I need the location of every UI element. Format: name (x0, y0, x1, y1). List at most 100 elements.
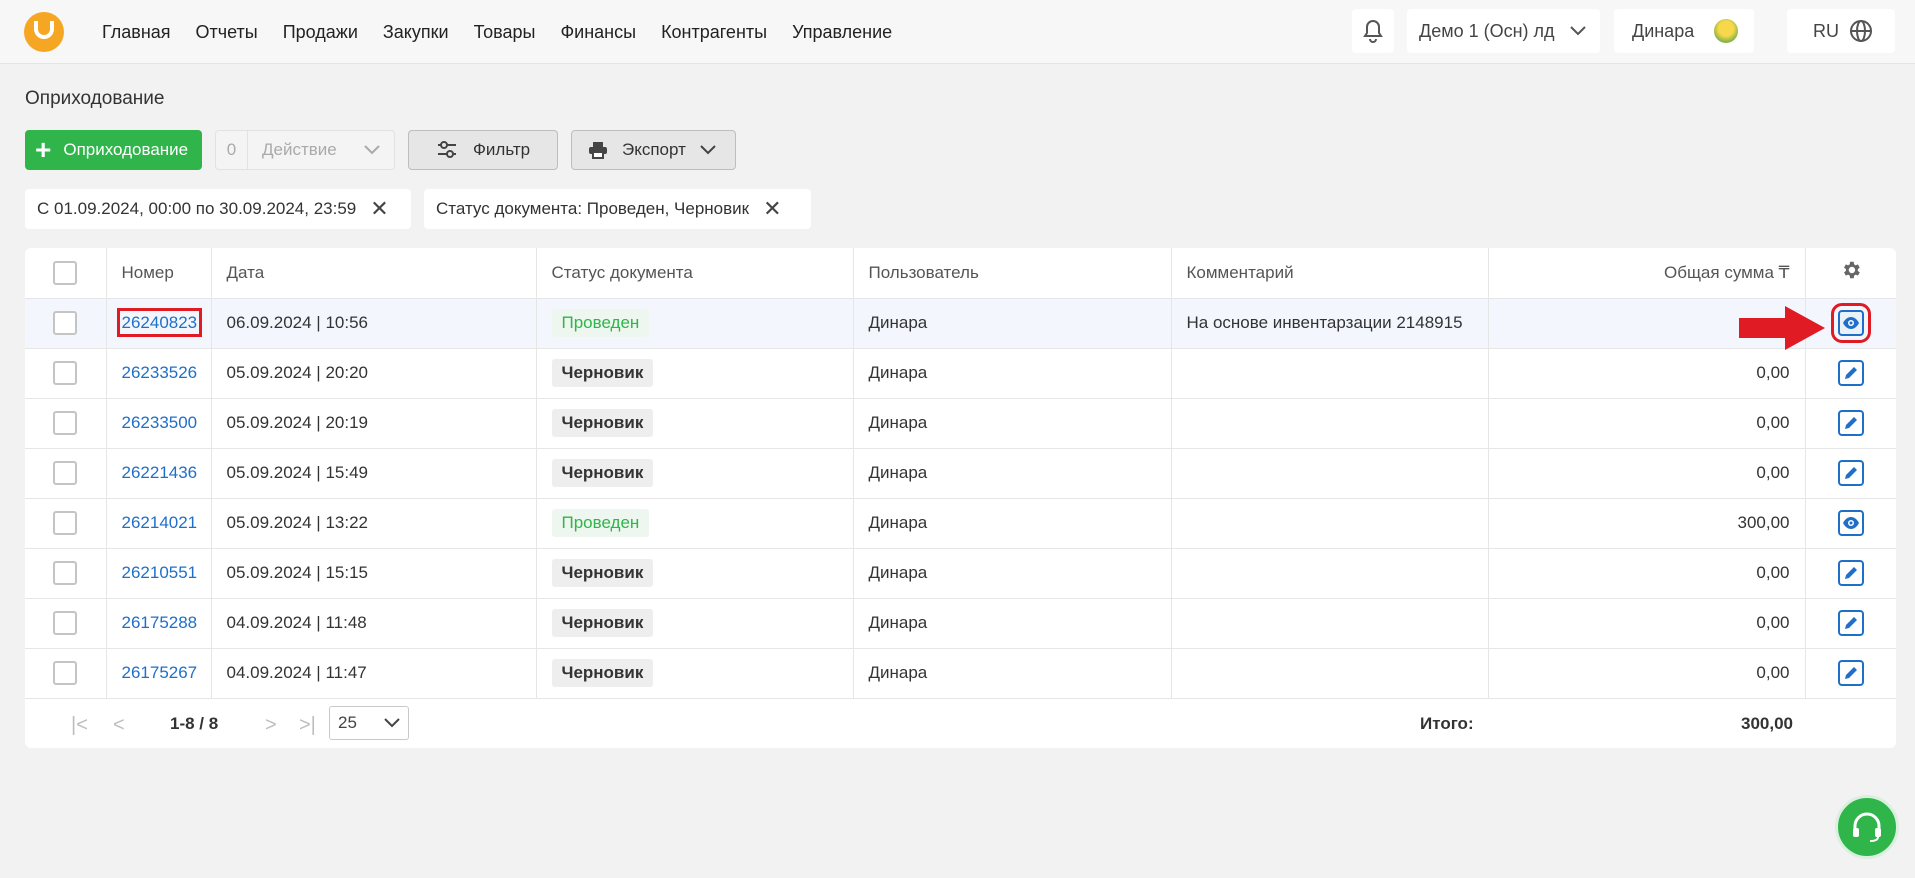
document-number-link[interactable]: 26233526 (122, 363, 198, 382)
support-chat-button[interactable] (1835, 795, 1899, 859)
edit-button[interactable] (1837, 560, 1864, 586)
status-cell: Черновик (536, 548, 854, 599)
user-cell: Динара (853, 498, 1172, 549)
document-number-link[interactable]: 26240823 (116, 308, 203, 337)
notifications-button[interactable] (1352, 9, 1394, 53)
top-navbar: Главная Отчеты Продажи Закупки Товары Фи… (0, 0, 1915, 64)
date-cell: 05.09.2024 | 15:49 (211, 448, 537, 499)
nav-item-management[interactable]: Управление (792, 22, 892, 43)
gear-icon[interactable] (1840, 259, 1862, 281)
column-header-user[interactable]: Пользователь (853, 248, 1172, 299)
prev-page-icon[interactable]: < (113, 714, 125, 737)
row-checkbox[interactable] (53, 311, 78, 335)
pencil-icon (1844, 367, 1857, 379)
status-cell: Черновик (536, 648, 854, 699)
nav-item-products[interactable]: Товары (474, 22, 536, 43)
user-cell: Динара (853, 448, 1172, 499)
sum-cell: 0,00 (1488, 448, 1806, 499)
comment-cell (1171, 448, 1489, 499)
filter-button[interactable]: Фильтр (408, 130, 558, 170)
table-row[interactable]: 26175288 04.09.2024 | 11:48 Черновик Динара… (25, 598, 1896, 649)
organization-select[interactable]: Демо 1 (Осн) лд (1407, 9, 1600, 53)
view-button[interactable] (1830, 303, 1871, 343)
nav-item-contractors[interactable]: Контрагенты (661, 22, 767, 43)
status-badge: Проведен (551, 309, 650, 337)
row-select-cell (25, 298, 107, 349)
edit-button[interactable] (1837, 610, 1864, 636)
document-number-link[interactable]: 26233500 (122, 413, 198, 432)
view-button[interactable] (1837, 510, 1864, 536)
row-action-cell (1805, 598, 1896, 649)
add-receipt-button[interactable]: + Оприходование (25, 130, 202, 170)
column-header-date[interactable]: Дата (211, 248, 537, 299)
user-cell: Динара (853, 548, 1172, 599)
table-header-row: Номер Дата Статус документа Пользователь… (25, 248, 1896, 299)
row-action-cell (1805, 648, 1896, 699)
sum-cell: 0,00 (1488, 648, 1806, 699)
page-size-select[interactable]: 25 (329, 706, 409, 740)
date-cell: 05.09.2024 | 20:19 (211, 398, 537, 449)
nav-item-sales[interactable]: Продажи (283, 22, 358, 43)
printer-icon (589, 142, 607, 159)
row-checkbox[interactable] (53, 661, 78, 685)
user-menu[interactable]: Динара (1614, 9, 1754, 53)
row-checkbox[interactable] (53, 411, 78, 435)
table-row[interactable]: 26233500 05.09.2024 | 20:19 Черновик Динара… (25, 398, 1896, 449)
number-cell: 26240823 (106, 298, 212, 349)
row-checkbox[interactable] (53, 361, 78, 385)
document-number-link[interactable]: 26175288 (122, 613, 198, 632)
column-header-sum[interactable]: Общая сумма ₸ (1488, 248, 1806, 299)
column-header-number[interactable]: Номер (106, 248, 212, 299)
eye-icon (1842, 317, 1859, 329)
status-cell: Черновик (536, 448, 854, 499)
row-checkbox[interactable] (53, 561, 78, 585)
next-page-icon[interactable]: > (265, 714, 277, 737)
table-row[interactable]: 26214021 05.09.2024 | 13:22 Проведен Динара… (25, 498, 1896, 549)
nav-item-finance[interactable]: Финансы (560, 22, 636, 43)
select-all-checkbox[interactable] (53, 260, 78, 285)
row-checkbox[interactable] (53, 461, 78, 485)
filter-chip-status: Статус документа: Проведен, Черновик ✕ (424, 189, 811, 229)
export-dropdown[interactable]: Экспорт (571, 130, 736, 170)
row-action-cell (1805, 398, 1896, 449)
table-row[interactable]: 26233526 05.09.2024 | 20:20 Черновик Динара… (25, 348, 1896, 399)
comment-cell (1171, 398, 1489, 449)
last-page-icon[interactable]: >| (299, 714, 316, 737)
edit-button[interactable] (1837, 460, 1864, 486)
language-select[interactable]: RU (1787, 9, 1895, 53)
pencil-icon (1844, 467, 1857, 479)
row-checkbox[interactable] (53, 511, 78, 535)
nav-item-purchases[interactable]: Закупки (383, 22, 449, 43)
edit-button[interactable] (1837, 360, 1864, 386)
document-number-link[interactable]: 26221436 (122, 463, 198, 482)
table-row[interactable]: 26210551 05.09.2024 | 15:15 Черновик Динара… (25, 548, 1896, 599)
edit-button[interactable] (1837, 660, 1864, 686)
table-row[interactable]: 26175267 04.09.2024 | 11:47 Черновик Динара… (25, 648, 1896, 699)
logo[interactable] (24, 12, 64, 52)
close-icon[interactable]: ✕ (763, 196, 781, 222)
close-icon[interactable]: ✕ (370, 196, 388, 222)
first-page-icon[interactable]: |< (71, 714, 88, 737)
action-dropdown[interactable]: 0 Действие (215, 130, 395, 170)
document-number-link[interactable]: 26214021 (122, 513, 198, 532)
page-title: Оприходование (25, 88, 165, 109)
row-select-cell (25, 598, 107, 649)
row-select-cell (25, 398, 107, 449)
column-header-comment[interactable]: Комментарий (1171, 248, 1489, 299)
action-label: Действие (262, 140, 337, 159)
comment-cell: На основе инвентарзации 2148915 (1171, 298, 1489, 349)
table-row[interactable]: 26240823 06.09.2024 | 10:56 Проведен Динара… (25, 298, 1896, 349)
user-cell: Динара (853, 398, 1172, 449)
organization-name: Демо 1 (Осн) лд (1419, 20, 1555, 41)
nav-item-reports[interactable]: Отчеты (196, 22, 258, 43)
table-row[interactable]: 26221436 05.09.2024 | 15:49 Черновик Динара… (25, 448, 1896, 499)
filter-chip-date: С 01.09.2024, 00:00 по 30.09.2024, 23:59… (25, 189, 411, 229)
row-checkbox[interactable] (53, 611, 78, 635)
edit-button[interactable] (1837, 410, 1864, 436)
document-number-link[interactable]: 26210551 (122, 563, 198, 582)
column-header-status[interactable]: Статус документа (536, 248, 854, 299)
nav-item-home[interactable]: Главная (102, 22, 171, 43)
select-all-cell (25, 248, 107, 299)
eye-icon (1842, 517, 1859, 529)
document-number-link[interactable]: 26175267 (122, 663, 198, 682)
